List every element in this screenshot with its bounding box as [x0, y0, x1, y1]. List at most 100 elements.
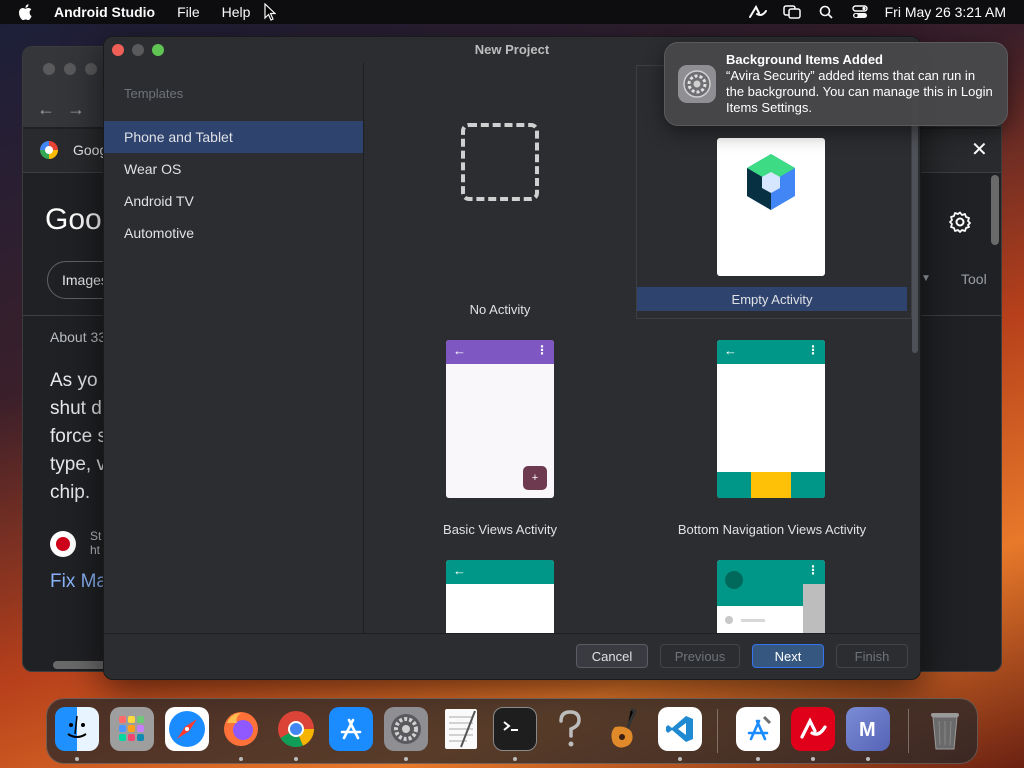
xcode-instruments-icon[interactable]: [736, 707, 780, 751]
system-settings-icon[interactable]: [384, 707, 428, 751]
running-indicator: [811, 757, 815, 761]
jetpack-compose-logo-icon: [747, 154, 795, 210]
help-question-icon[interactable]: [548, 707, 592, 751]
drawer-item-dot: [725, 616, 733, 624]
chrome-window-controls: [43, 63, 97, 75]
overflow-menu-icon: ⋮: [807, 563, 819, 577]
row3-left-preview: ←: [446, 560, 554, 633]
tools-button[interactable]: Tool: [961, 271, 987, 287]
active-app-name[interactable]: Android Studio: [54, 4, 155, 20]
result-link[interactable]: Fix Ma: [50, 571, 107, 593]
running-indicator: [866, 757, 870, 761]
site-url-text: ht: [90, 543, 101, 557]
apple-menu-icon[interactable]: [18, 0, 36, 24]
screen-mirroring-icon[interactable]: [775, 0, 809, 24]
images-chip-label: Images: [62, 272, 108, 288]
template-row3-right[interactable]: ⋮: [637, 553, 907, 633]
new-project-dialog: New Project Templates Phone and Tablet W…: [103, 36, 921, 680]
template-no-activity[interactable]: No Activity: [365, 63, 635, 317]
close-window-button[interactable]: [43, 63, 55, 75]
navigation-drawer-preview: ⋮: [717, 560, 825, 633]
dock-separator: [717, 709, 718, 753]
overflow-menu-icon: ⋮: [536, 343, 548, 357]
overflow-menu-icon: ⋮: [807, 343, 819, 357]
svg-text:M: M: [859, 719, 876, 740]
template-label-empty-activity: Empty Activity: [731, 292, 813, 307]
zoom-window-button[interactable]: [85, 63, 97, 75]
drawer-item-line: [741, 619, 765, 622]
dropdown-caret-icon[interactable]: ▼: [921, 273, 931, 284]
dock: M: [46, 698, 978, 764]
garageband-icon[interactable]: [603, 707, 647, 751]
avira-app-icon[interactable]: [791, 707, 835, 751]
featured-snippet-text: As yo shut d force s type, v chip.: [50, 370, 107, 503]
chrome-icon[interactable]: [274, 707, 318, 751]
trash-icon[interactable]: [923, 707, 967, 751]
mouse-pointer-icon: [264, 2, 277, 21]
google-favicon-icon: [40, 141, 58, 159]
drawer-scrim: [803, 584, 825, 633]
terminal-icon[interactable]: [493, 707, 537, 751]
status-area: Fri May 26 3:21 AM: [741, 0, 1024, 24]
settings-gear-icon[interactable]: [949, 211, 971, 233]
previous-button[interactable]: Previous: [660, 644, 740, 668]
empty-activity-preview: [717, 138, 825, 276]
menu-bar-clock[interactable]: Fri May 26 3:21 AM: [885, 4, 1006, 20]
template-label-basic-views: Basic Views Activity: [443, 522, 557, 537]
back-arrow-icon: ←: [724, 343, 737, 358]
templates-heading: Templates: [124, 86, 184, 101]
dock-separator: [908, 709, 909, 753]
avira-icon[interactable]: [741, 0, 775, 24]
control-center-icon[interactable]: [843, 0, 877, 24]
template-bottom-navigation-views-activity[interactable]: ← ⋮ Bottom Navigation Views Activity: [637, 333, 907, 543]
cancel-button[interactable]: Cancel: [576, 644, 648, 668]
app-store-icon[interactable]: [329, 707, 373, 751]
finder-icon[interactable]: [55, 707, 99, 751]
menu-bar: Android Studio File Help Fri May 26 3:21…: [0, 0, 1024, 24]
fab-add-icon: +: [523, 466, 547, 490]
result-site-name[interactable]: St ht: [90, 529, 101, 557]
running-indicator: [294, 757, 298, 761]
page-scrollbar[interactable]: [991, 175, 999, 245]
category-phone-and-tablet[interactable]: Phone and Tablet: [104, 121, 363, 153]
minimize-window-button[interactable]: [64, 63, 76, 75]
back-arrow-icon[interactable]: ←: [37, 99, 55, 120]
category-android-tv[interactable]: Android TV: [104, 185, 363, 217]
template-basic-views-activity[interactable]: ← ⋮ + Basic Views Activity: [365, 333, 635, 543]
category-wear-os[interactable]: Wear OS: [104, 153, 363, 185]
google-logo[interactable]: Goo: [45, 203, 102, 237]
running-indicator: [513, 757, 517, 761]
running-indicator: [75, 757, 79, 761]
running-indicator: [239, 757, 243, 761]
launchpad-icon[interactable]: [110, 707, 154, 751]
back-arrow-icon: ←: [453, 563, 466, 578]
safari-icon[interactable]: [165, 707, 209, 751]
vscode-icon[interactable]: [658, 707, 702, 751]
category-automotive[interactable]: Automotive: [104, 217, 363, 249]
back-arrow-icon: ←: [453, 343, 466, 358]
template-gallery: No Activity Empty Activity ← ⋮ + Basic V…: [365, 63, 920, 633]
forward-arrow-icon[interactable]: →: [67, 99, 85, 120]
m-app-icon[interactable]: M: [846, 707, 890, 751]
no-activity-placeholder: [461, 123, 539, 201]
site-favicon-icon: [50, 531, 76, 557]
bottom-navigation-preview: ← ⋮: [717, 340, 825, 498]
running-indicator: [756, 757, 760, 761]
featured-snippet: As yo shut d force s type, v chip.: [50, 367, 107, 507]
firefox-icon[interactable]: [219, 707, 263, 751]
menu-file[interactable]: File: [177, 4, 200, 20]
background-items-notification[interactable]: Background Items Added “Avira Security” …: [664, 42, 1008, 126]
template-label-bottom-navigation: Bottom Navigation Views Activity: [677, 522, 867, 537]
running-indicator: [404, 757, 408, 761]
finish-button[interactable]: Finish: [836, 644, 908, 668]
close-tab-icon[interactable]: ✕: [971, 137, 988, 162]
next-button[interactable]: Next: [752, 644, 824, 668]
textedit-icon[interactable]: [439, 707, 483, 751]
spotlight-search-icon[interactable]: [809, 0, 843, 24]
menu-help[interactable]: Help: [222, 4, 251, 20]
drawer-avatar: [725, 571, 743, 589]
notification-body: “Avira Security” added items that can ru…: [726, 68, 993, 115]
basic-views-preview: ← ⋮ +: [446, 340, 554, 498]
template-row3-left[interactable]: ←: [365, 553, 635, 633]
system-settings-gear-icon: [678, 65, 716, 103]
